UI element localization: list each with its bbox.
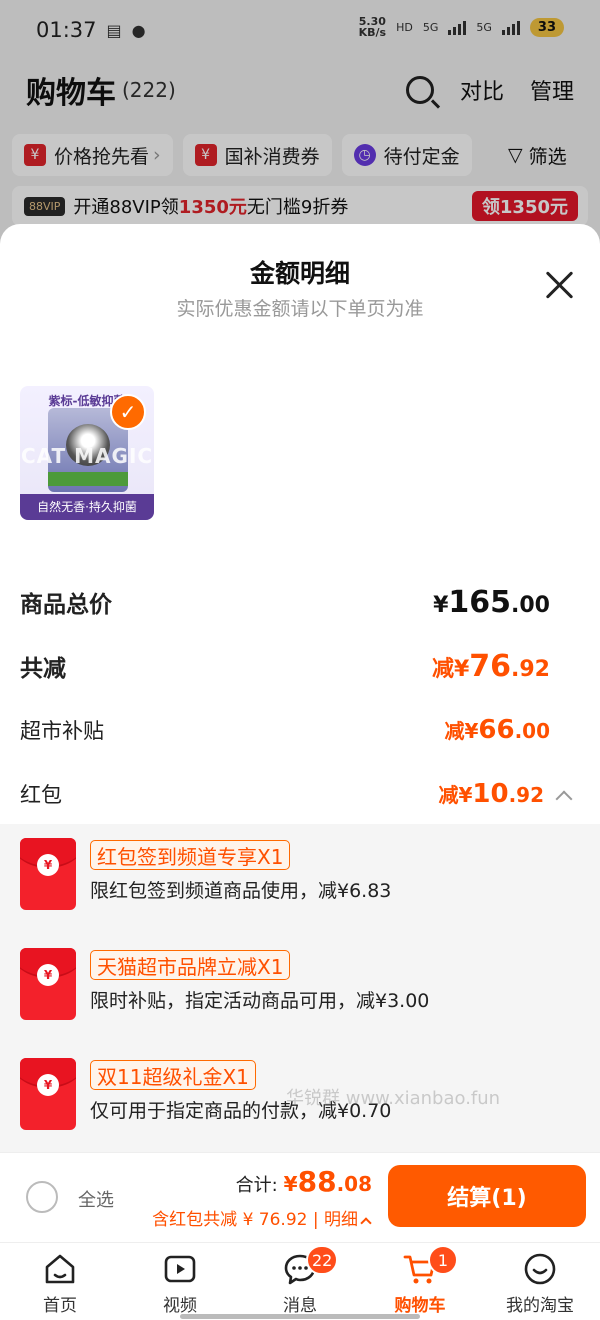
product-brand: CAT MAGIC xyxy=(20,444,154,468)
tab-my-taobao[interactable]: 我的淘宝 xyxy=(480,1243,600,1320)
red-packet-tag: 双11超级礼金X1 xyxy=(90,1060,256,1090)
red-packet-desc: 限红包签到频道商品使用，减¥6.83 xyxy=(90,880,392,902)
checkout-button[interactable]: 结算(1) xyxy=(388,1165,586,1227)
product-bottom-label: 自然无香·持久抑菌 xyxy=(20,494,154,520)
watermark: 华锐群 www.xianbao.fun xyxy=(286,1088,501,1109)
subsidy-row: 超市补贴 减¥66.00 xyxy=(20,706,580,754)
tab-label: 购物车 xyxy=(394,1296,446,1316)
home-icon xyxy=(45,1254,75,1284)
tab-home[interactable]: 首页 xyxy=(0,1243,120,1320)
tab-label: 消息 xyxy=(283,1296,317,1316)
sheet-title: 金额明细 xyxy=(249,259,350,288)
tab-cart[interactable]: 1 购物车 xyxy=(360,1243,480,1320)
close-icon[interactable] xyxy=(544,270,574,300)
profile-icon xyxy=(524,1253,556,1285)
message-badge: 22 xyxy=(306,1245,339,1275)
red-packet-desc: 限时补贴，指定活动商品可用，减¥3.00 xyxy=(90,990,430,1012)
chevron-up-icon xyxy=(360,1217,372,1229)
total-price-label: 商品总价 xyxy=(20,592,112,618)
red-packet-item: ¥ 红包签到频道专享X1 限红包签到频道商品使用，减¥6.83 xyxy=(20,838,580,928)
total-discount-label: 共减 xyxy=(20,656,66,682)
select-all-checkbox[interactable] xyxy=(26,1181,58,1213)
red-packet-label: 红包 xyxy=(20,783,62,807)
select-all-label[interactable]: 全选 xyxy=(78,1186,114,1212)
total-value: ¥88.08 xyxy=(283,1165,372,1198)
red-envelope-icon: ¥ xyxy=(20,838,76,910)
red-packet-row[interactable]: 红包 减¥10.92 xyxy=(20,770,580,818)
red-packet-value: 减¥10.92 xyxy=(438,779,573,809)
detail-toggle[interactable]: 明细 xyxy=(324,1210,372,1230)
total-price-value: ¥165.00 xyxy=(433,584,550,620)
tab-video[interactable]: 视频 xyxy=(120,1243,240,1320)
tab-messages[interactable]: 22 消息 xyxy=(240,1243,360,1320)
chevron-up-icon[interactable] xyxy=(555,790,573,808)
checkout-bar: 全选 合计: ¥88.08 含红包共减 ¥ 76.92 | 明细 结算(1) xyxy=(0,1152,600,1242)
sheet-subtitle: 实际优惠金额请以下单页为准 xyxy=(176,298,424,320)
selected-check-icon[interactable]: ✓ xyxy=(110,394,146,430)
home-indicator xyxy=(180,1314,420,1319)
red-packet-tag: 天猫超市品牌立减X1 xyxy=(90,950,291,980)
subsidy-label: 超市补贴 xyxy=(20,719,104,743)
red-envelope-icon: ¥ xyxy=(20,1058,76,1130)
red-packet-item: ¥ 天猫超市品牌立减X1 限时补贴，指定活动商品可用，减¥3.00 xyxy=(20,948,580,1038)
subsidy-value: 减¥66.00 xyxy=(444,715,550,745)
red-packet-tag: 红包签到频道专享X1 xyxy=(90,840,291,870)
tab-label: 首页 xyxy=(43,1296,77,1316)
cart-badge: 1 xyxy=(428,1245,458,1275)
tab-label: 视频 xyxy=(163,1296,197,1316)
red-envelope-icon: ¥ xyxy=(20,948,76,1020)
total-price-row: 商品总价 ¥165.00 xyxy=(20,578,580,626)
tab-label: 我的淘宝 xyxy=(506,1296,574,1316)
video-icon xyxy=(164,1255,196,1283)
product-grass-graphic xyxy=(48,472,128,486)
discount-summary: 含红包共减 ¥ 76.92 | 明细 xyxy=(152,1205,372,1230)
total-discount-value: 减¥76.92 xyxy=(431,648,550,684)
total-label: 合计: xyxy=(235,1175,278,1196)
total-discount-row: 共减 减¥76.92 xyxy=(20,642,580,690)
total-amount: 合计: ¥88.08 xyxy=(236,1165,372,1198)
bottom-tab-bar: 首页 视频 22 消息 1 购物车 我的淘宝 xyxy=(0,1242,600,1320)
